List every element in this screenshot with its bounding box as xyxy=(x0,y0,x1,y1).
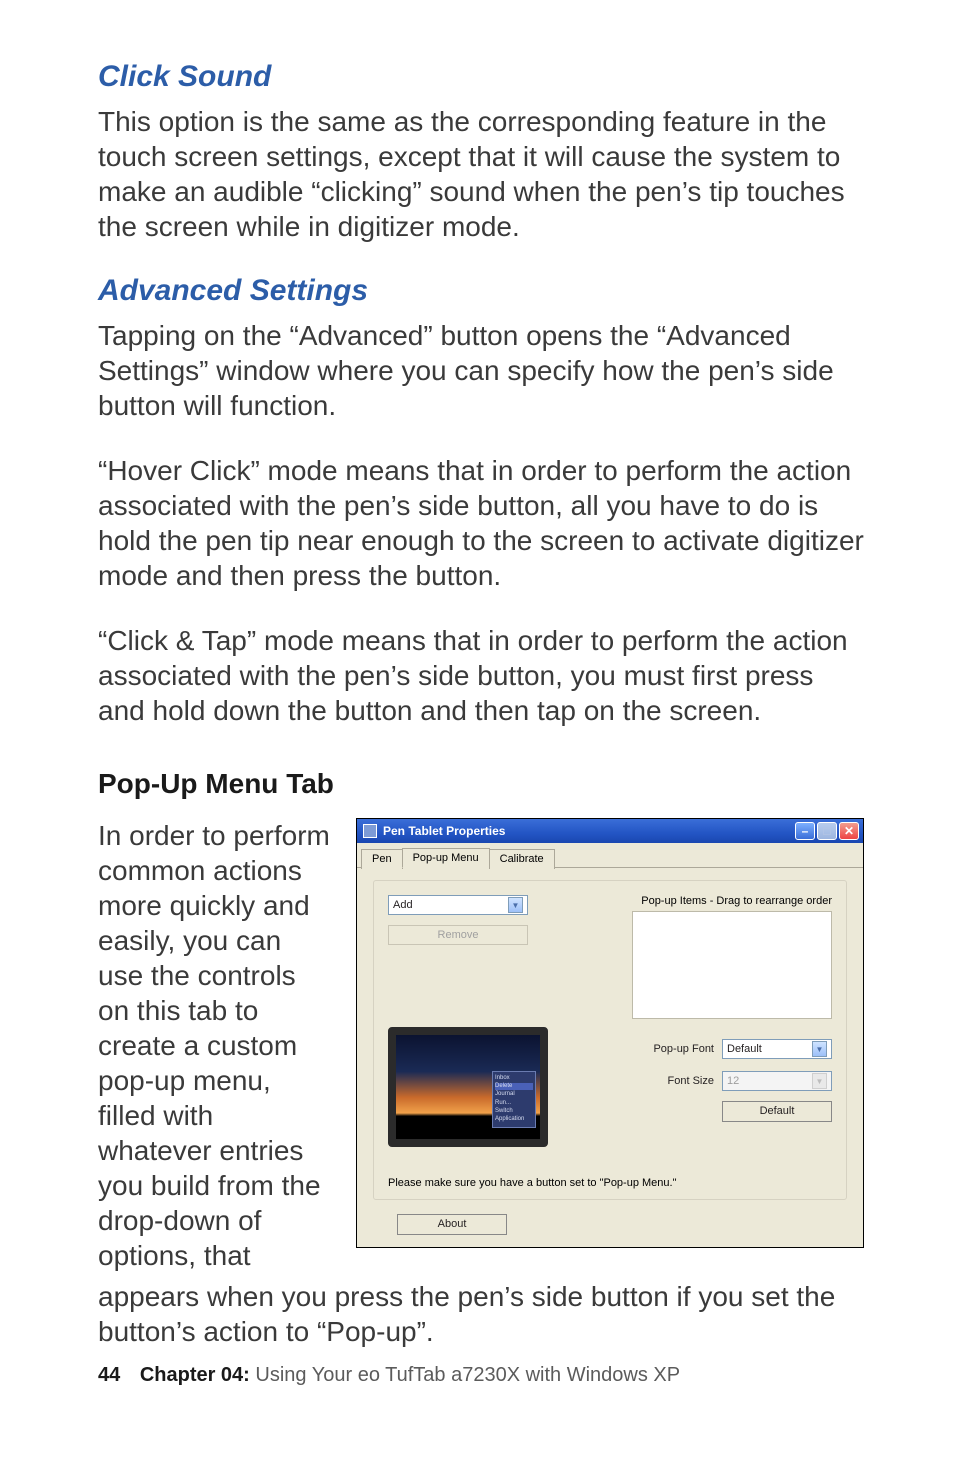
preview-monitor: Inbox Delete Journal Run... Switch Appli… xyxy=(388,1027,548,1147)
para-click-sound: This option is the same as the correspon… xyxy=(98,104,864,244)
popup-font-label: Pop-up Font xyxy=(653,1043,714,1055)
tab-popup-menu[interactable]: Pop-up Menu xyxy=(402,848,490,868)
heading-popup-menu-tab: Pop-Up Menu Tab xyxy=(98,768,864,800)
chevron-down-icon: ▼ xyxy=(812,1073,827,1089)
note-text: Please make sure you have a button set t… xyxy=(388,1177,832,1189)
preview-popup-menu: Inbox Delete Journal Run... Switch Appli… xyxy=(492,1071,536,1128)
tabstrip: Pen Pop-up Menu Calibrate xyxy=(357,843,863,868)
popup-font-value: Default xyxy=(727,1043,762,1055)
para-advanced-3: “Click & Tap” mode means that in order t… xyxy=(98,623,864,728)
titlebar[interactable]: Pen Tablet Properties – □ ✕ xyxy=(357,819,863,843)
window-title: Pen Tablet Properties xyxy=(383,824,795,838)
para-advanced-1: Tapping on the “Advanced” button opens t… xyxy=(98,318,864,423)
tab-calibrate[interactable]: Calibrate xyxy=(489,849,555,869)
page-footer: 44 Chapter 04: Using Your eo TufTab a723… xyxy=(98,1364,680,1387)
add-dropdown[interactable]: Add ▼ xyxy=(388,895,528,915)
para-popup-left: In order to perform common actions more … xyxy=(98,818,332,1273)
about-button[interactable]: About xyxy=(397,1214,507,1235)
chevron-down-icon: ▼ xyxy=(508,897,523,913)
groupbox: Add ▼ Remove Pop-up Items - Drag to rear… xyxy=(373,880,847,1200)
minimize-button[interactable]: – xyxy=(795,822,815,840)
app-icon xyxy=(363,824,377,838)
chevron-down-icon: ▼ xyxy=(812,1041,827,1057)
popup-font-dropdown[interactable]: Default ▼ xyxy=(722,1039,832,1059)
heading-click-sound: Click Sound xyxy=(98,60,864,94)
default-button[interactable]: Default xyxy=(722,1101,832,1122)
chapter-title: Using Your eo TufTab a7230X with Windows… xyxy=(250,1364,680,1386)
drag-label: Pop-up Items - Drag to rearrange order xyxy=(641,895,832,907)
font-size-value: 12 xyxy=(727,1075,739,1087)
remove-button: Remove xyxy=(388,925,528,945)
close-button[interactable]: ✕ xyxy=(839,822,859,840)
pen-tablet-properties-dialog: Pen Tablet Properties – □ ✕ Pen Pop-up M… xyxy=(356,818,864,1248)
chapter-label: Chapter 04: xyxy=(140,1364,250,1386)
font-size-label: Font Size xyxy=(668,1075,714,1087)
drag-list[interactable] xyxy=(632,911,832,1019)
add-dropdown-value: Add xyxy=(393,899,413,911)
font-size-dropdown: 12 ▼ xyxy=(722,1071,832,1091)
maximize-button: □ xyxy=(817,822,837,840)
page-number: 44 xyxy=(98,1364,120,1386)
tab-pen[interactable]: Pen xyxy=(361,849,403,869)
heading-advanced-settings: Advanced Settings xyxy=(98,274,864,308)
para-advanced-2: “Hover Click” mode means that in order t… xyxy=(98,453,864,593)
para-popup-below: appears when you press the pen’s side bu… xyxy=(98,1279,864,1349)
